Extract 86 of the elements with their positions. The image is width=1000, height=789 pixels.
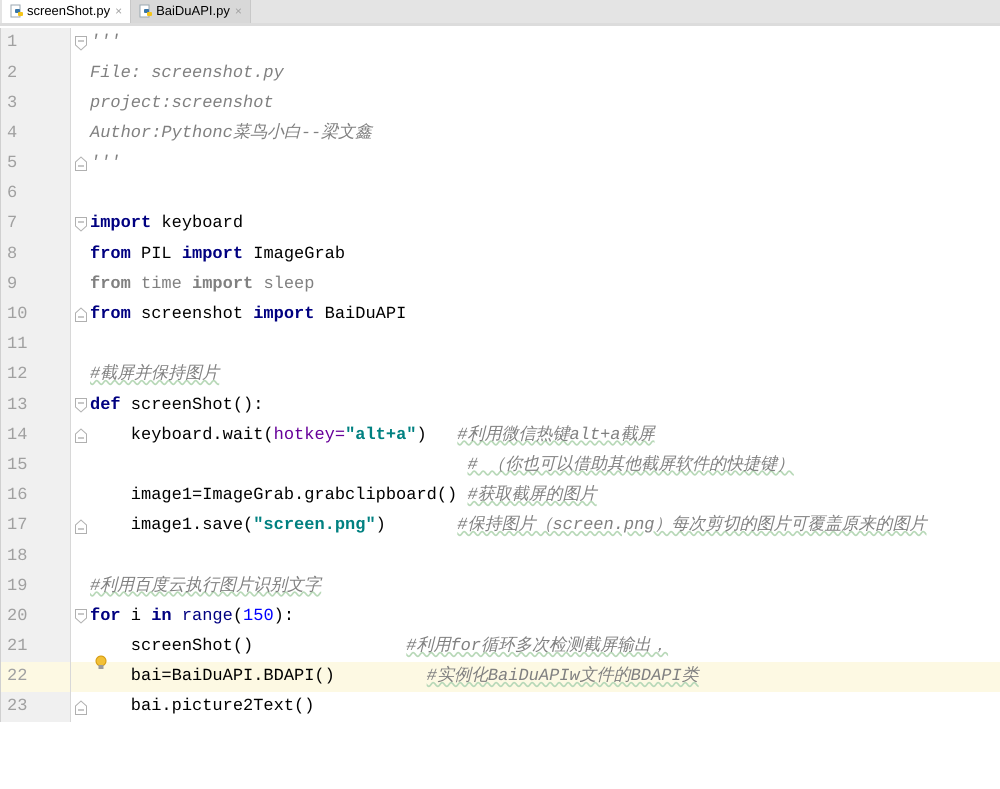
line-number: 9 [7, 274, 18, 296]
line-number: 2 [7, 62, 18, 85]
code-text: #实例化BaiDuAPIw文件的BDAPI类 [426, 664, 699, 688]
fold-marker-icon[interactable] [74, 700, 86, 715]
code-text: bai=BaiDuAPI.BDAPI() [130, 666, 336, 688]
fold-marker-icon[interactable] [74, 428, 86, 444]
editor-tab[interactable]: screenShot.py × [2, 0, 132, 23]
code-text: range [180, 606, 233, 628]
code-text: #利用百度云执行图片识别文字 [90, 574, 322, 598]
line-number: 3 [7, 92, 18, 115]
code-text: ImageGrab [252, 244, 346, 266]
code-text: import [192, 274, 254, 296]
code-text: project:screenshot [90, 92, 274, 115]
code-text: screenshot [140, 304, 244, 326]
code-text: from [90, 274, 131, 296]
tab-label: screenShot.py [27, 2, 110, 20]
code-text: sleep [262, 274, 314, 296]
code-text: keyboard [160, 213, 244, 236]
code-text: image1=ImageGrab.grabclipboard() [130, 485, 458, 508]
code-text: #获取截屏的图片 [467, 484, 597, 508]
code-text: image1.save( [130, 515, 254, 538]
line-number: 16 [7, 485, 28, 508]
code-text: BaiDuAPI [324, 304, 406, 326]
code-text: hotkey= [274, 424, 346, 447]
code-text: ) [416, 424, 428, 447]
line-number: 18 [7, 546, 28, 568]
code-text: "screen.png" [253, 515, 376, 538]
line-number: 8 [7, 244, 18, 266]
code-text: screenShot(): [130, 394, 264, 417]
code-text: def [90, 394, 121, 417]
fold-marker-icon[interactable] [74, 216, 86, 232]
fold-marker-icon[interactable] [74, 398, 86, 413]
editor-tab[interactable]: BaiDuAPI.py × [131, 0, 251, 23]
code-text: time [140, 274, 183, 296]
line-number: 19 [7, 576, 28, 598]
line-number: 4 [7, 122, 18, 145]
line-number: 7 [7, 213, 18, 236]
line-number: 17 [7, 515, 28, 538]
code-text: ): [274, 606, 294, 628]
line-number: 14 [7, 424, 28, 447]
line-number: 23 [7, 696, 28, 718]
code-text: ) [376, 515, 387, 538]
code-text: "alt+a" [345, 424, 416, 447]
python-file-icon [10, 4, 24, 18]
code-text: 150 [243, 606, 274, 628]
python-file-icon [139, 4, 154, 18]
fold-marker-icon[interactable] [74, 156, 86, 172]
code-text: from [90, 304, 131, 326]
code-text: #保持图片（screen.png）每次剪切的图片可覆盖原来的图片 [457, 514, 926, 538]
code-text: #截屏并保持图片 [90, 362, 220, 386]
code-text: # （你也可以借助其他截屏软件的快捷键） [467, 454, 794, 477]
code-text: Author:Pythonc菜鸟小白--梁文鑫 [90, 122, 372, 145]
code-text: keyboard.wait( [130, 424, 274, 447]
code-text: for [90, 606, 121, 628]
code-text: import [253, 304, 314, 326]
code-text: i [130, 606, 142, 628]
code-text: ''' [90, 32, 121, 54]
line-number: 1 [7, 32, 18, 54]
code-text: File: screenshot.py [90, 62, 284, 85]
code-text: bai.picture2Text() [130, 696, 314, 718]
line-number: 20 [7, 606, 28, 628]
line-number: 12 [7, 364, 28, 386]
code-text: ( [232, 606, 244, 628]
code-text: from [90, 244, 131, 266]
code-text: ''' [90, 153, 121, 176]
line-number: 11 [7, 334, 28, 356]
code-text: screenShot() [130, 636, 254, 658]
fold-marker-icon[interactable] [74, 518, 86, 534]
line-number: 21 [7, 636, 28, 658]
line-number: 5 [7, 153, 18, 176]
lightbulb-icon[interactable] [95, 655, 107, 672]
line-number: 10 [7, 304, 28, 326]
fold-marker-icon[interactable] [74, 609, 86, 624]
code-text: #利用for循环多次检测截屏输出， [406, 635, 668, 658]
fold-marker-icon[interactable] [74, 307, 86, 322]
code-text: import [182, 244, 244, 266]
code-text: in [151, 606, 172, 628]
line-number: 6 [7, 183, 18, 206]
tab-label: BaiDuAPI.py [156, 2, 230, 20]
line-number: 22 [7, 666, 28, 688]
code-text: PIL [140, 244, 173, 266]
fold-marker-icon[interactable] [74, 36, 86, 51]
code-text: import [90, 213, 152, 236]
line-number: 13 [7, 394, 28, 417]
code-text: #利用微信热键alt+a截屏 [457, 424, 655, 447]
line-number: 15 [7, 454, 28, 477]
